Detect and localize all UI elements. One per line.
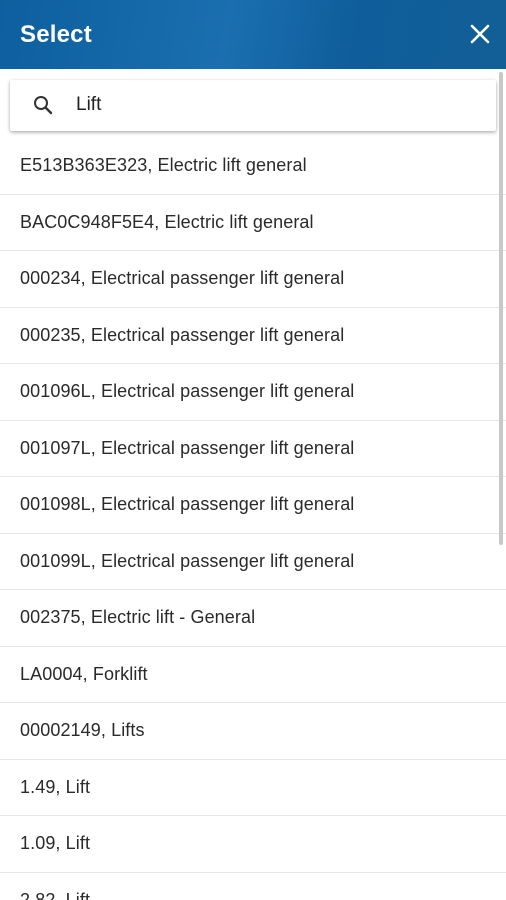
list-item-label: 002375, Electric lift - General (20, 607, 256, 628)
close-icon (470, 24, 490, 44)
list-item-label: 000234, Electrical passenger lift genera… (20, 268, 345, 289)
list-item[interactable]: LA0004, Forklift (0, 647, 506, 703)
list-item[interactable]: BAC0C948F5E4, Electric lift general (0, 195, 506, 251)
list-item[interactable]: 000235, Electrical passenger lift genera… (0, 308, 506, 364)
result-list: E513B363E323, Electric lift general BAC0C… (0, 138, 506, 900)
list-item-label: 001099L, Electrical passenger lift gener… (20, 550, 355, 571)
list-item-label: LA0004, Forklift (20, 663, 148, 684)
list-item[interactable]: 00002149, Lifts (0, 703, 506, 760)
list-item-label: E513B363E323, Electric lift general (20, 155, 307, 176)
list-item[interactable]: 000234, Electrical passenger lift genera… (0, 251, 506, 308)
list-item[interactable]: 002375, Electric lift - General (0, 590, 506, 647)
search-bar[interactable] (10, 80, 496, 131)
list-item-label: 000235, Electrical passenger lift genera… (20, 324, 345, 345)
list-item-label: 001096L, Electrical passenger lift gener… (20, 381, 355, 402)
list-item-label: 00002149, Lifts (20, 720, 145, 741)
list-item-label: 1.09, Lift (20, 833, 91, 854)
close-button[interactable] (466, 20, 494, 48)
list-item[interactable]: 1.49, Lift (0, 760, 506, 816)
scrollbar[interactable] (499, 72, 503, 545)
search-input[interactable] (76, 90, 476, 120)
list-item[interactable]: E513B363E323, Electric lift general (0, 138, 506, 195)
list-item[interactable]: 001098L, Electrical passenger lift gener… (0, 477, 506, 534)
dialog-header: Select (0, 0, 506, 69)
list-item-label: 001097L, Electrical passenger lift gener… (20, 437, 355, 458)
list-item[interactable]: 001099L, Electrical passenger lift gener… (0, 534, 506, 590)
list-item[interactable]: 1.09, Lift (0, 816, 506, 873)
list-item[interactable]: 2.82, Lift (0, 873, 506, 900)
list-item-label: 001098L, Electrical passenger lift gener… (20, 494, 355, 515)
dialog-title: Select (20, 20, 92, 48)
list-item-label: 1.49, Lift (20, 776, 91, 797)
list-item[interactable]: 001096L, Electrical passenger lift gener… (0, 364, 506, 421)
list-item-label: BAC0C948F5E4, Electric lift general (20, 211, 314, 232)
list-item[interactable]: 001097L, Electrical passenger lift gener… (0, 421, 506, 477)
list-item-label: 2.82, Lift (20, 889, 91, 900)
search-icon (34, 96, 53, 115)
